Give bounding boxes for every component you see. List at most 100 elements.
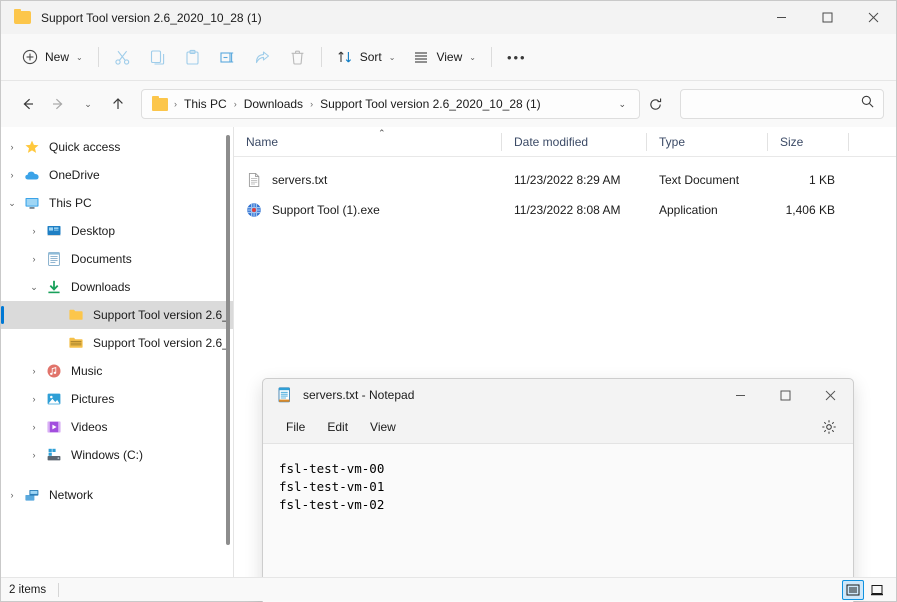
minimize-button[interactable]	[758, 1, 804, 34]
chevron-right-icon[interactable]: ›	[23, 394, 45, 404]
list-lines-icon	[413, 49, 429, 65]
menu-view[interactable]: View	[359, 415, 407, 439]
title-bar: Support Tool version 2.6_2020_10_28 (1)	[1, 1, 896, 34]
videos-icon	[45, 419, 63, 435]
view-button[interactable]: View ⌄	[404, 41, 485, 73]
address-bar[interactable]: › This PC › Downloads › Support Tool ver…	[141, 89, 640, 119]
sidebar-item-label: Music	[71, 364, 103, 378]
copy-icon	[149, 49, 166, 66]
details-view-button[interactable]	[842, 579, 864, 600]
search-input[interactable]	[689, 97, 860, 111]
chevron-right-icon[interactable]: ›	[1, 142, 23, 152]
chevron-right-icon[interactable]: ›	[23, 450, 45, 460]
sidebar-item-support-tool-version-2-6-202[interactable]: Support Tool version 2.6_202	[1, 301, 233, 329]
sidebar-item-support-tool-version-2-6-202[interactable]: Support Tool version 2.6_202	[1, 329, 233, 357]
folder-icon	[67, 307, 85, 323]
close-button[interactable]	[850, 1, 896, 34]
breadcrumb-downloads[interactable]: Downloads	[239, 94, 308, 114]
toolbar-divider	[490, 47, 492, 67]
chevron-right-icon[interactable]: ›	[1, 170, 23, 180]
sort-ascending-icon: ⌃	[378, 127, 386, 138]
large-icons-view-button[interactable]	[866, 580, 888, 600]
share-icon	[254, 49, 271, 66]
file-date-modified: 11/23/2022 8:08 AM	[514, 203, 621, 217]
file-row[interactable]: servers.txt 11/23/2022 8:29 AM Text Docume…	[234, 165, 896, 195]
scissors-icon	[114, 49, 131, 66]
sidebar-item-label: Support Tool version 2.6_202	[93, 336, 227, 350]
chevron-right-icon[interactable]: ›	[23, 366, 45, 376]
menu-file[interactable]: File	[275, 415, 316, 439]
sidebar-scrollbar[interactable]	[226, 135, 230, 545]
network-icon	[23, 487, 41, 503]
gear-icon[interactable]	[819, 417, 839, 437]
sidebar-item-label: Windows (C:)	[71, 448, 144, 462]
chevron-right-icon[interactable]: ›	[23, 254, 45, 264]
sidebar-item-windows-c[interactable]: › Windows (C:)	[1, 441, 233, 469]
window-controls	[758, 1, 896, 34]
sidebar-item-pictures[interactable]: › Pictures	[1, 385, 233, 413]
notepad-minimize-button[interactable]	[718, 379, 763, 411]
search-box[interactable]	[680, 89, 884, 119]
file-row[interactable]: Support Tool (1).exe 11/23/2022 8:08 AM Ap…	[234, 195, 896, 225]
maximize-button[interactable]	[804, 1, 850, 34]
chevron-right-icon[interactable]: ›	[23, 226, 45, 236]
text-file-icon	[246, 172, 262, 188]
new-button[interactable]: New ⌄	[13, 41, 92, 73]
sidebar-item-videos[interactable]: › Videos	[1, 413, 233, 441]
up-button[interactable]	[103, 89, 133, 119]
toolbar-divider	[320, 47, 322, 67]
plus-circle-icon	[22, 49, 38, 65]
refresh-button[interactable]	[640, 89, 670, 119]
status-divider	[58, 582, 60, 597]
sidebar-item-label: Documents	[71, 252, 132, 266]
chevron-right-icon[interactable]: ›	[23, 422, 45, 432]
forward-button[interactable]	[43, 89, 73, 119]
sidebar-item-music[interactable]: › Music	[1, 357, 233, 385]
back-button[interactable]	[13, 89, 43, 119]
sidebar-item-desktop[interactable]: › Desktop	[1, 217, 233, 245]
desktop-icon	[45, 223, 63, 239]
sidebar-item-this-pc[interactable]: ⌄ This PC	[1, 189, 233, 217]
star-icon	[23, 139, 41, 155]
column-header-size[interactable]: Size	[768, 127, 849, 157]
search-icon	[860, 94, 875, 114]
sort-button[interactable]: Sort ⌄	[328, 41, 405, 73]
chevron-down-icon[interactable]: ⌄	[23, 282, 45, 292]
pictures-icon	[45, 391, 63, 407]
copy-button[interactable]	[140, 41, 175, 73]
sidebar-item-label: Desktop	[71, 224, 116, 238]
paste-button[interactable]	[175, 41, 210, 73]
column-header-name[interactable]: ⌃ Name	[234, 127, 502, 157]
notepad-close-button[interactable]	[808, 379, 853, 411]
sidebar-item-onedrive[interactable]: › OneDrive	[1, 161, 233, 189]
rename-button[interactable]	[210, 41, 245, 73]
status-bar: 2 items	[1, 577, 896, 601]
item-count: 2 items	[9, 583, 47, 596]
recent-locations-button[interactable]: ⌄	[73, 89, 103, 119]
sidebar-item-network[interactable]: › Network	[1, 481, 233, 509]
column-header-date-modified[interactable]: Date modified	[502, 127, 647, 157]
sidebar-item-downloads[interactable]: ⌄ Downloads	[1, 273, 233, 301]
sidebar-item-documents[interactable]: › Documents	[1, 245, 233, 273]
view-button-label: View	[436, 50, 463, 64]
notepad-maximize-button[interactable]	[763, 379, 808, 411]
sidebar-group-spacer	[1, 469, 233, 481]
menu-edit[interactable]: Edit	[316, 415, 359, 439]
explorer-body: › Quick access › OneDrive ⌄ This PC › Desktop › D…	[1, 127, 896, 602]
chevron-down-icon[interactable]: ⌄	[1, 198, 23, 208]
trash-icon	[289, 49, 306, 66]
address-dropdown-icon[interactable]: ⌄	[611, 99, 633, 110]
sidebar-item-quick-access[interactable]: › Quick access	[1, 133, 233, 161]
cut-button[interactable]	[105, 41, 140, 73]
chevron-right-icon[interactable]: ›	[1, 490, 23, 500]
new-button-label: New	[45, 50, 70, 64]
delete-button[interactable]	[280, 41, 315, 73]
column-header-type[interactable]: Type	[647, 127, 768, 157]
breadcrumb-this-pc[interactable]: This PC	[179, 94, 232, 114]
sidebar-item-label: Pictures	[71, 392, 115, 406]
column-header-label: Size	[780, 134, 804, 149]
more-options-button[interactable]: •••	[498, 41, 536, 73]
sidebar-item-label: Downloads	[71, 280, 131, 294]
share-button[interactable]	[245, 41, 280, 73]
breadcrumb-current-folder[interactable]: Support Tool version 2.6_2020_10_28 (1)	[315, 94, 546, 114]
